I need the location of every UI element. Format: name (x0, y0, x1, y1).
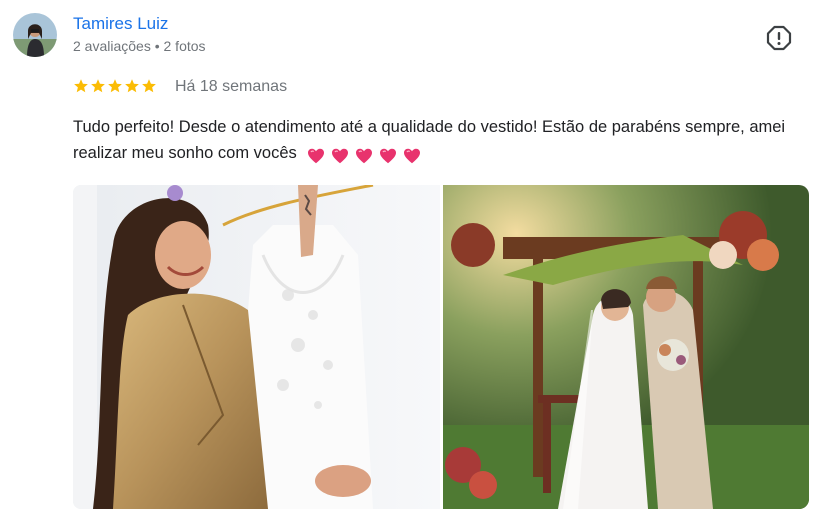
review-photo-wedding[interactable] (443, 185, 809, 509)
star-icon (142, 79, 156, 93)
reviewer-meta: 2 avaliações • 2 fotos (73, 38, 206, 54)
heart-emoji-icon (356, 148, 373, 163)
review-body: Tudo perfeito! Desde o atendimento até a… (73, 114, 813, 168)
report-flag-icon (766, 25, 792, 51)
star-icon (74, 79, 88, 93)
photo-wedding-couple (443, 185, 809, 509)
star-icon (108, 79, 122, 93)
heart-emoji-icon (308, 148, 325, 163)
star-rating (73, 78, 157, 94)
photo-bride-with-dress (73, 185, 440, 509)
heart-emoji-icon (332, 148, 349, 163)
review-text: Tudo perfeito! Desde o atendimento até a… (73, 118, 786, 162)
report-review-button[interactable] (764, 23, 794, 53)
avatar-image (13, 13, 57, 57)
star-icon (91, 79, 105, 93)
review-time: Há 18 semanas (175, 78, 288, 95)
heart-emoji-icon (380, 148, 397, 163)
heart-emoji-icon (404, 148, 421, 163)
reviewer-avatar[interactable] (13, 13, 57, 57)
reviewer-name[interactable]: Tamires Luiz (73, 14, 168, 34)
star-icon (125, 79, 139, 93)
review-photo-dress[interactable] (73, 185, 440, 509)
heart-emojis (307, 142, 427, 168)
